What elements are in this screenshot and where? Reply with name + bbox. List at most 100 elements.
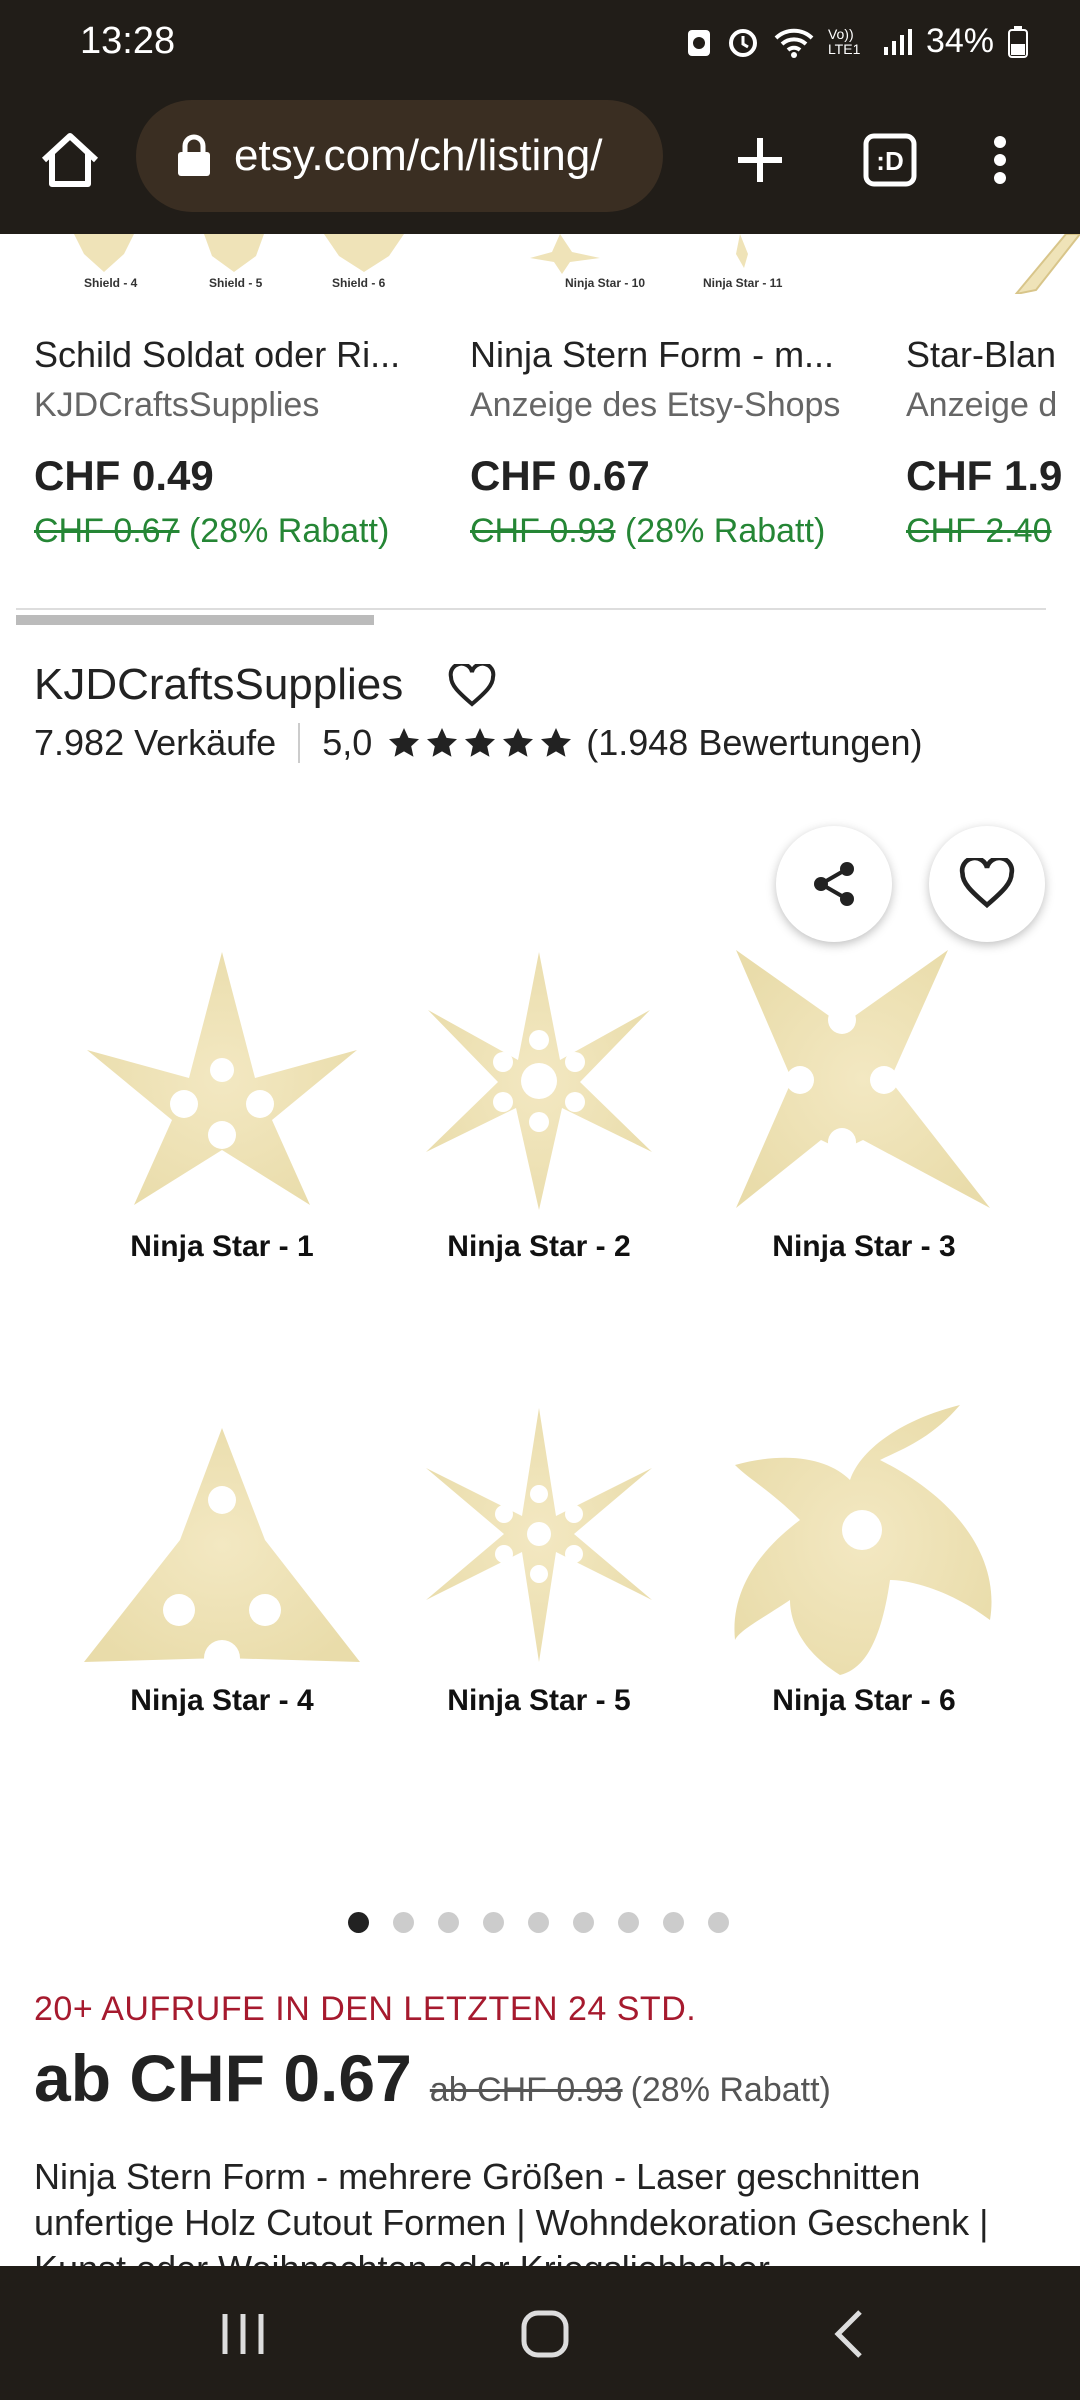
- page-dot[interactable]: [663, 1912, 684, 1933]
- ninja-star-shapes-image: [530, 234, 748, 274]
- shop-stats: 7.982 Verkäufe 5,0 (1.948 Bewertungen): [34, 722, 922, 764]
- ninja-star-1-shape: [87, 952, 357, 1205]
- related-item-thumbnail[interactable]: [906, 234, 1080, 314]
- more-vert-icon: [994, 136, 1006, 184]
- ninja-star-label: Ninja Star - 4: [130, 1684, 314, 1717]
- system-navigation-bar: [0, 2266, 1080, 2400]
- lock-icon: [178, 134, 210, 176]
- related-item-discount-pct: (28% Rabatt): [188, 512, 390, 550]
- plus-icon: [738, 138, 782, 182]
- clock: 13:28: [80, 20, 176, 62]
- page-dot[interactable]: [438, 1912, 459, 1933]
- new-tab-button[interactable]: [720, 120, 800, 200]
- related-item-discount: CHF 0.93 (28% Rabatt): [470, 512, 825, 551]
- page-dot[interactable]: [393, 1912, 414, 1933]
- rating-value: 5,0: [322, 722, 373, 763]
- share-button[interactable]: [776, 826, 892, 942]
- star-icon: [541, 728, 572, 757]
- related-item-thumbnail[interactable]: Shield - 4 Shield - 5 Shield - 6: [34, 234, 454, 314]
- thumb-caption: Shield - 5: [209, 276, 263, 290]
- home-button[interactable]: [30, 120, 110, 200]
- related-item-shop: Anzeige d: [906, 386, 1058, 424]
- page-dot-active[interactable]: [348, 1912, 369, 1933]
- shield-shapes-image: [74, 234, 404, 272]
- ninja-star-label: Ninja Star - 6: [772, 1684, 956, 1717]
- listing-title: Ninja Stern Form - mehrere Größen - Lase…: [34, 2156, 989, 2266]
- ninja-star-5-shape: [426, 1408, 652, 1662]
- back-button[interactable]: [810, 2304, 890, 2364]
- network-label: Vo)) LTE1: [827, 25, 861, 57]
- page-dot[interactable]: [708, 1912, 729, 1933]
- star-blank-image: [1013, 234, 1080, 296]
- page-dot[interactable]: [573, 1912, 594, 1933]
- star-icon: [427, 728, 458, 757]
- browser-toolbar: etsy.com/ch/listing/ :D: [0, 90, 1080, 234]
- related-item-discount: CHF 0.67 (28% Rabatt): [34, 512, 389, 551]
- overflow-menu-button[interactable]: [980, 120, 1020, 200]
- home-circle-icon: [521, 2310, 569, 2358]
- wifi-icon: [774, 28, 814, 58]
- related-item-shop: Anzeige des Etsy-Shops: [470, 386, 841, 424]
- related-item-discount-pct: (28% Rabatt): [624, 512, 826, 550]
- alarm-icon: [728, 28, 757, 57]
- address-bar[interactable]: etsy.com/ch/listing/: [136, 100, 663, 212]
- home-icon: [41, 133, 99, 187]
- views-notice: 20+ AUFRUFE IN DEN LETZTEN 24 STD.: [34, 1990, 697, 2028]
- page-dot[interactable]: [483, 1912, 504, 1933]
- price-row: ab CHF 0.67 ab CHF 0.93 (28% Rabatt): [34, 2040, 831, 2116]
- status-bar: 13:28 Vo)) LTE1 34%: [0, 0, 1080, 90]
- thumb-caption: Ninja Star - 11: [703, 276, 783, 290]
- related-item-title[interactable]: Schild Soldat oder Ri...: [34, 334, 400, 376]
- related-item-discount: CHF 2.40: [906, 512, 1052, 551]
- related-item-old-price: CHF 0.93: [470, 512, 616, 550]
- favorite-item-button[interactable]: [929, 826, 1045, 942]
- related-item-price: CHF 1.9: [906, 452, 1063, 499]
- related-item-title[interactable]: Ninja Stern Form - m...: [470, 334, 834, 376]
- heart-icon: [959, 858, 1015, 909]
- related-item-thumbnail[interactable]: Ninja Star - 10 Ninja Star - 11: [470, 234, 890, 314]
- tab-switcher-button[interactable]: :D: [850, 120, 930, 200]
- related-item-old-price: CHF 2.40: [906, 512, 1052, 550]
- recent-apps-icon: [222, 2314, 264, 2354]
- listing-price: ab CHF 0.67: [34, 2041, 412, 2115]
- related-item-shop: KJDCraftsSupplies: [34, 386, 320, 424]
- ninja-star-2-shape: [426, 952, 652, 1210]
- star-icon: [465, 728, 496, 757]
- favorite-shop-button[interactable]: [448, 661, 496, 708]
- battery-icon: [1008, 25, 1028, 58]
- carousel-scrollbar[interactable]: [16, 615, 374, 625]
- shop-name-link[interactable]: KJDCraftsSupplies: [34, 660, 403, 710]
- ninja-star-label: Ninja Star - 3: [772, 1230, 956, 1263]
- page-dot[interactable]: [618, 1912, 639, 1933]
- divider: [298, 723, 301, 763]
- home-nav-button[interactable]: [505, 2304, 585, 2364]
- page-dot[interactable]: [528, 1912, 549, 1933]
- sales-count: 7.982 Verkäufe: [34, 722, 277, 763]
- related-item-price: CHF 0.67: [470, 452, 650, 499]
- url-text: etsy.com/ch/listing/: [234, 131, 603, 180]
- product-image-gallery[interactable]: Ninja Star - 1 Ninja Star - 2 Ninja Star…: [0, 800, 1080, 1920]
- signal-icon: [883, 28, 912, 55]
- related-item-title[interactable]: Star-Blan: [906, 334, 1056, 376]
- related-items-carousel[interactable]: Shield - 4 Shield - 5 Shield - 6 Schild …: [0, 234, 1080, 614]
- ninja-stars-product-image: [84, 950, 992, 1676]
- ninja-star-label: Ninja Star - 2: [447, 1230, 631, 1263]
- listing-old-price: ab CHF 0.93: [429, 2071, 623, 2109]
- thumb-caption: Shield - 4: [84, 276, 138, 290]
- listing-discount: (28% Rabatt): [630, 2071, 831, 2109]
- tabs-icon: :D: [863, 133, 917, 187]
- ninja-star-label: Ninja Star - 5: [447, 1684, 631, 1717]
- recent-apps-button[interactable]: [203, 2304, 283, 2364]
- gallery-pagination: [348, 1912, 729, 1933]
- recycle-icon: [687, 29, 710, 56]
- heart-icon: [448, 661, 496, 707]
- related-item-price: CHF 0.49: [34, 452, 214, 499]
- review-count[interactable]: (1.948 Bewertungen): [586, 722, 922, 764]
- rating-stars: [386, 725, 574, 761]
- thumb-caption: Ninja Star - 10: [565, 276, 646, 290]
- related-item-old-price: CHF 0.67: [34, 512, 180, 550]
- back-icon: [834, 2310, 862, 2358]
- ninja-star-label: Ninja Star - 1: [130, 1230, 314, 1263]
- status-icons: Vo)) LTE1 34%: [686, 22, 1028, 61]
- share-icon: [814, 862, 854, 906]
